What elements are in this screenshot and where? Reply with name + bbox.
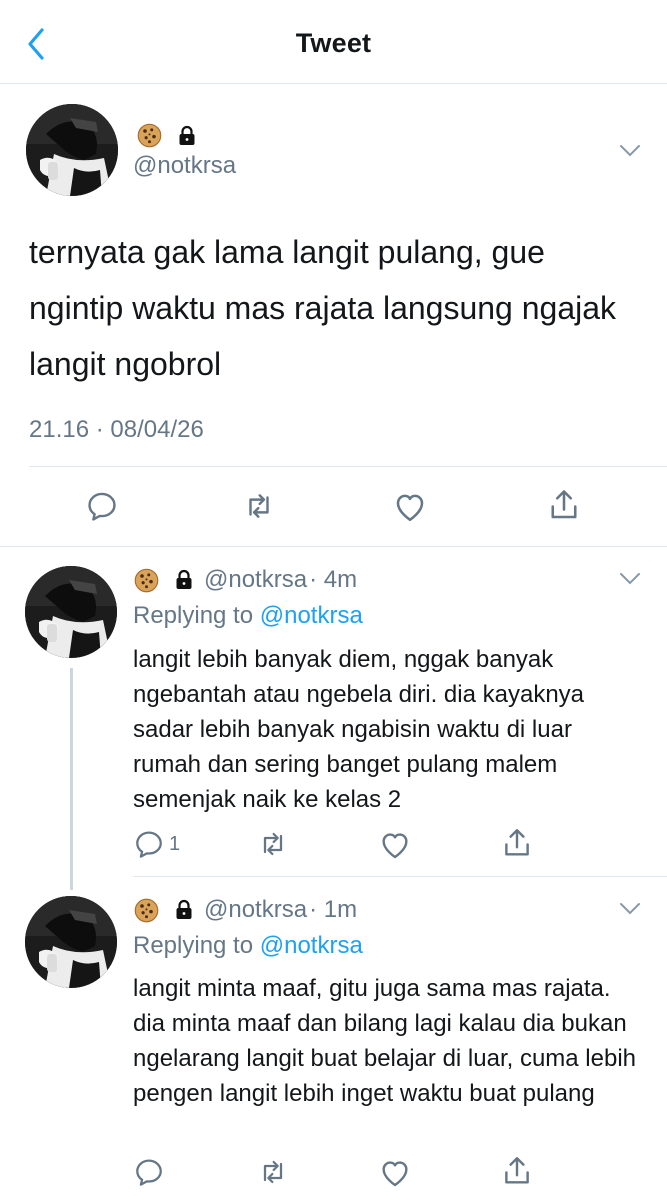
retweet-button[interactable] — [241, 489, 277, 523]
reply-header: @notkrsa · 4m — [133, 566, 357, 594]
display-name — [136, 122, 199, 149]
username[interactable]: @notkrsa — [204, 566, 307, 594]
reply-header: @notkrsa · 1m — [133, 896, 357, 924]
replying-to: Replying to @notkrsa — [133, 602, 363, 629]
like-button[interactable] — [378, 828, 412, 862]
chevron-down-icon[interactable] — [619, 902, 641, 916]
lock-icon — [175, 124, 199, 148]
reply-button[interactable] — [85, 489, 119, 523]
replying-to-link[interactable]: @notkrsa — [260, 932, 363, 959]
like-button[interactable] — [392, 489, 428, 525]
reply-time: · 4m — [309, 566, 358, 593]
reply-text: langit lebih banyak diem, nggak banyak n… — [133, 646, 585, 813]
username[interactable]: @notkrsa — [204, 896, 307, 924]
lock-icon — [172, 568, 196, 592]
reply-time: · 1m — [309, 896, 358, 923]
reply-count: 1 — [169, 832, 181, 855]
share-button[interactable] — [500, 826, 534, 860]
reply-button[interactable] — [133, 1156, 165, 1188]
divider — [29, 466, 667, 467]
thread-line — [70, 668, 73, 890]
reply-icon — [133, 828, 165, 860]
avatar[interactable] — [25, 896, 117, 988]
replying-to-link[interactable]: @notkrsa — [260, 602, 363, 629]
chevron-down-icon[interactable] — [619, 144, 641, 158]
section-divider — [0, 546, 667, 547]
cookie-icon — [133, 567, 160, 594]
reply-text: langit minta maaf, gitu juga sama mas ra… — [133, 975, 637, 1107]
tweet-timestamp: 21.16 · 08/04/26 — [29, 416, 204, 443]
like-icon — [392, 489, 428, 525]
tweet-text: ternyata gak lama langit pulang, gue ngi… — [29, 234, 617, 382]
top-bar: Tweet — [0, 0, 667, 84]
retweet-icon — [241, 489, 277, 523]
page-title: Tweet — [295, 28, 372, 58]
like-icon — [378, 1156, 412, 1190]
share-icon — [500, 826, 534, 860]
reply-button[interactable]: 1 — [133, 828, 180, 860]
avatar[interactable] — [25, 566, 117, 658]
share-icon — [546, 487, 582, 523]
share-icon — [500, 1154, 534, 1188]
cookie-icon — [136, 122, 163, 149]
like-button[interactable] — [378, 1156, 412, 1190]
cookie-icon — [133, 897, 160, 924]
retweet-icon — [256, 828, 290, 860]
retweet-button[interactable] — [256, 1156, 290, 1188]
retweet-icon — [256, 1156, 290, 1188]
like-icon — [378, 828, 412, 862]
reply-icon — [133, 1156, 165, 1188]
share-button[interactable] — [500, 1154, 534, 1188]
username[interactable]: @notkrsa — [133, 152, 236, 180]
lock-icon — [172, 898, 196, 922]
divider — [133, 876, 667, 877]
avatar[interactable] — [26, 104, 118, 196]
retweet-button[interactable] — [256, 828, 290, 860]
reply-icon — [85, 489, 119, 523]
chevron-down-icon[interactable] — [619, 572, 641, 586]
share-button[interactable] — [546, 487, 582, 523]
replying-to: Replying to @notkrsa — [133, 932, 363, 959]
